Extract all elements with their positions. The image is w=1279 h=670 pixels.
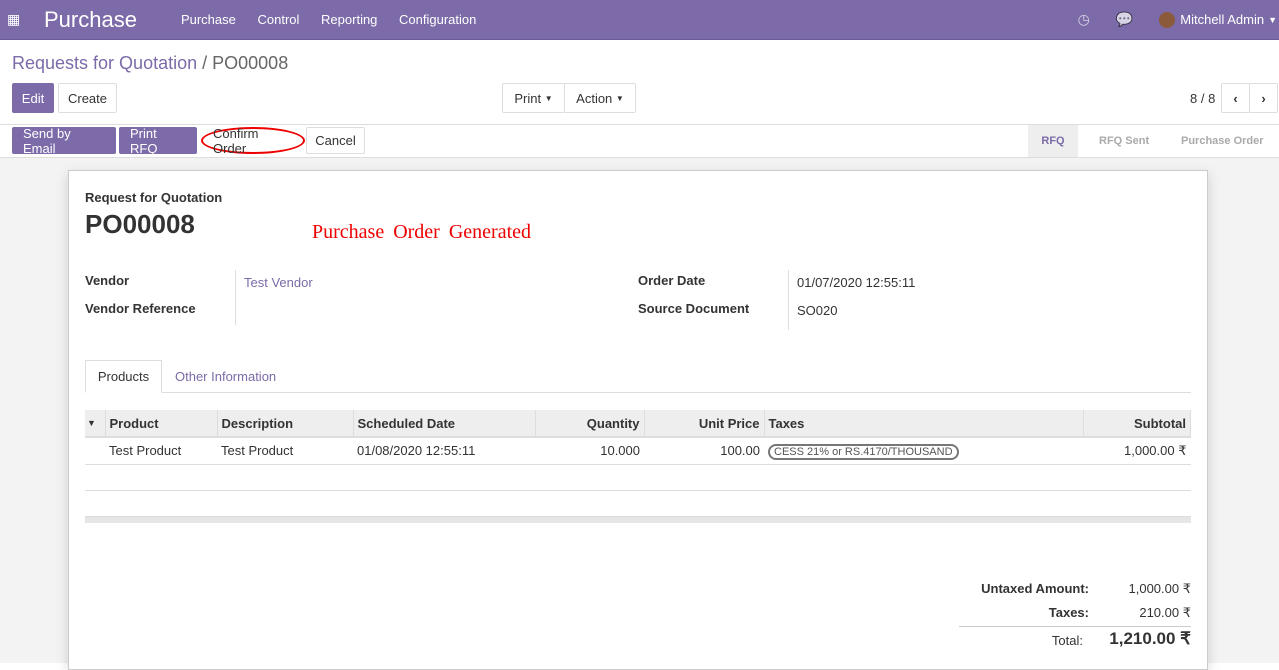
col-product[interactable]: Product — [105, 410, 218, 438]
col-unit-price[interactable]: Unit Price — [644, 410, 765, 438]
menu-configuration[interactable]: Configuration — [399, 12, 476, 27]
untaxed-value: 1,000.00 ₹ — [1128, 581, 1192, 596]
taxes-label: Taxes: — [1048, 605, 1089, 620]
print-dropdown[interactable]: Print ▼ — [502, 83, 565, 113]
col-quantity[interactable]: Quantity — [535, 410, 645, 438]
vendor-ref-label: Vendor Reference — [85, 301, 196, 316]
apps-grid-icon[interactable]: ▦ — [7, 11, 31, 28]
form-sheet: Request for Quotation PO00008 Purchase O… — [68, 170, 1208, 670]
cell-subtotal: 1,000.00 ₹ — [1083, 437, 1191, 465]
col-taxes[interactable]: Taxes — [764, 410, 1084, 438]
breadcrumb-parent[interactable]: Requests for Quotation — [12, 53, 197, 73]
chat-icon[interactable]: 💬 — [1116, 11, 1133, 28]
taxes-value: 210.00 ₹ — [1139, 605, 1191, 620]
next-button[interactable]: › — [1249, 83, 1278, 113]
table-row[interactable]: Test Product Test Product 01/08/2020 12:… — [85, 437, 1191, 465]
cell-description: Test Product — [217, 437, 353, 465]
stage-purchase-order[interactable]: Purchase Order — [1181, 125, 1264, 157]
app-title: Purchase — [44, 6, 137, 32]
cell-product: Test Product — [105, 437, 217, 465]
stage-rfq-sent[interactable]: RFQ Sent — [1099, 125, 1149, 157]
pager: 8 / 8 — [1190, 91, 1216, 106]
stage-rfq[interactable]: RFQ — [1028, 125, 1078, 157]
cancel-button[interactable]: Cancel — [306, 127, 365, 154]
create-button[interactable]: Create — [58, 83, 117, 113]
avatar[interactable] — [1159, 11, 1176, 28]
caret-down-icon[interactable]: ▼ — [1268, 15, 1277, 25]
col-subtotal[interactable]: Subtotal — [1083, 410, 1191, 438]
col-description[interactable]: Description — [217, 410, 354, 438]
vendor-label: Vendor — [85, 273, 130, 288]
breadcrumb-current: / PO00008 — [202, 53, 289, 73]
total-label: Total: — [1051, 633, 1083, 648]
form-name: PO00008 — [85, 209, 195, 239]
vendor-link[interactable]: Test Vendor — [244, 275, 313, 290]
tab-products[interactable]: Products — [85, 360, 162, 393]
untaxed-label: Untaxed Amount: — [981, 581, 1089, 596]
menu-reporting[interactable]: Reporting — [321, 12, 377, 27]
clock-icon[interactable]: ◷ — [1078, 11, 1090, 28]
order-date-label: Order Date — [638, 273, 706, 288]
cell-unit-price: 100.00 — [644, 437, 764, 465]
menu-control[interactable]: Control — [258, 12, 300, 27]
user-menu[interactable]: Mitchell Admin — [1180, 12, 1264, 27]
tab-other-information[interactable]: Other Information — [175, 369, 276, 384]
total-value: 1,210.00 ₹ — [1109, 629, 1191, 648]
tax-tag: CESS 21% or RS.4170/THOUSAND — [768, 444, 959, 461]
form-subtitle: Request for Quotation — [85, 190, 223, 205]
source-value: SO020 — [797, 303, 838, 318]
cell-quantity: 10.000 — [535, 437, 644, 465]
prev-button[interactable]: ‹ — [1221, 83, 1250, 113]
top-navbar: ▦ Purchase Purchase Control Reporting Co… — [0, 0, 1279, 40]
print-rfq-button[interactable]: Print RFQ — [119, 126, 197, 156]
menu-purchase[interactable]: Purchase — [181, 12, 236, 27]
send-by-email-button[interactable]: Send by Email — [12, 126, 116, 156]
cell-scheduled-date: 01/08/2020 12:55:11 — [353, 437, 535, 465]
source-label: Source Document — [638, 301, 750, 316]
confirm-order-button[interactable]: Confirm Order — [201, 126, 305, 156]
edit-button[interactable]: Edit — [12, 83, 54, 113]
breadcrumb: Requests for Quotation / PO00008 — [12, 53, 288, 74]
annotation-text: Purchase Order Generated — [312, 221, 532, 243]
sort-caret-icon[interactable]: ▼ — [85, 410, 106, 438]
action-dropdown[interactable]: Action ▼ — [564, 83, 636, 113]
order-lines-table: ▼ Product Description Scheduled Date Qua… — [85, 410, 1191, 523]
col-scheduled-date[interactable]: Scheduled Date — [353, 410, 536, 438]
order-date-value: 01/07/2020 12:55:11 — [797, 275, 916, 290]
